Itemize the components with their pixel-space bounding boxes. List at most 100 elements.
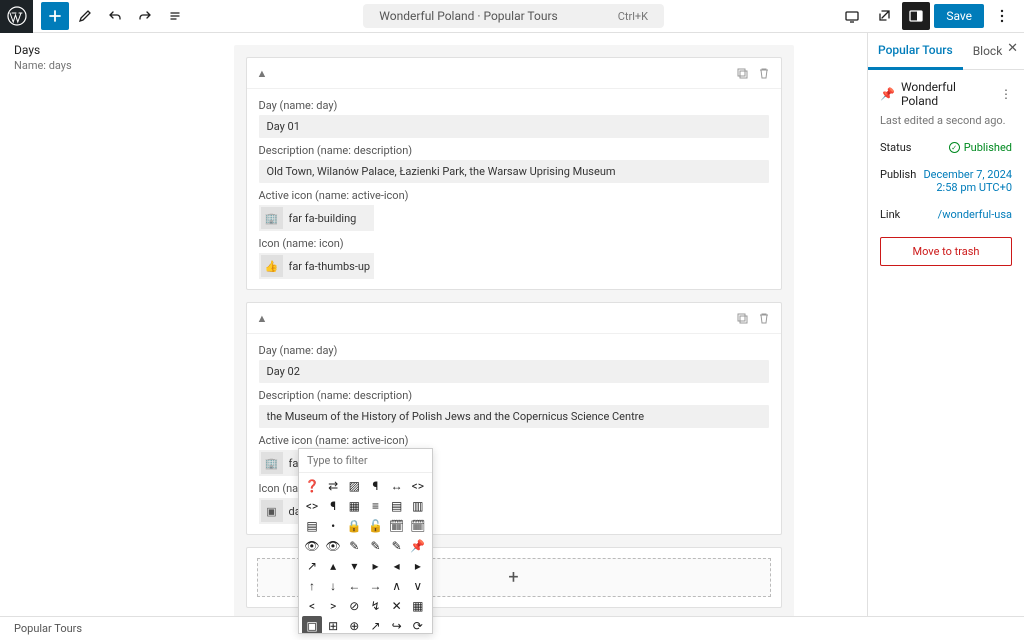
icon-option[interactable]: ▨: [344, 476, 364, 496]
icon-option[interactable]: ▣: [302, 616, 322, 633]
icon-option[interactable]: ▥: [408, 496, 428, 516]
undo-button[interactable]: [101, 2, 129, 30]
save-button[interactable]: Save: [934, 4, 984, 28]
field-label: Day (name: day): [259, 344, 769, 357]
icon-option[interactable]: ↗: [365, 616, 385, 633]
icon-option[interactable]: ▾: [344, 556, 364, 576]
collapse-toggle[interactable]: ▲: [257, 67, 268, 80]
view-button[interactable]: [838, 2, 866, 30]
icon-option[interactable]: ▤: [387, 496, 407, 516]
icon-option[interactable]: ⇄: [323, 476, 343, 496]
top-toolbar: Wonderful Poland · Popular Tours Ctrl+K …: [0, 0, 1024, 33]
icon-option[interactable]: ▸: [365, 556, 385, 576]
icon-option[interactable]: ↔: [387, 476, 407, 496]
block-inserter-button[interactable]: [41, 2, 69, 30]
field-label: Active icon (name: active-icon): [259, 434, 769, 447]
icon-option[interactable]: ⊕: [344, 616, 364, 633]
icon-filter-input[interactable]: [299, 449, 432, 473]
settings-sidebar: Popular Tours Block ✕ 📌 Wonderful Poland…: [867, 33, 1024, 616]
block-breadcrumb[interactable]: Popular Tours: [0, 616, 1024, 640]
icon-option[interactable]: ✎: [387, 536, 407, 556]
settings-sidebar-toggle[interactable]: [902, 2, 930, 30]
description-input[interactable]: [259, 405, 769, 428]
delete-icon[interactable]: [757, 311, 771, 325]
document-overview-button[interactable]: [161, 2, 189, 30]
field-label: Active icon (name: active-icon): [259, 189, 769, 202]
icon-option[interactable]: ↗: [302, 556, 322, 576]
publish-label: Publish: [880, 168, 916, 194]
icon-option[interactable]: ↪: [387, 616, 407, 633]
delete-icon[interactable]: [757, 66, 771, 80]
description-input[interactable]: [259, 160, 769, 183]
icon-option[interactable]: <>: [408, 476, 428, 496]
icon-option[interactable]: <>: [302, 496, 322, 516]
icon-option[interactable]: <: [302, 596, 322, 616]
icon-option[interactable]: ▦: [344, 496, 364, 516]
thumbs-up-icon: 👍: [261, 255, 283, 277]
command-shortcut: Ctrl+K: [618, 10, 648, 23]
icon-option[interactable]: →: [365, 576, 385, 596]
icon-option[interactable]: ←: [344, 576, 364, 596]
icon-option[interactable]: ∨: [408, 576, 428, 596]
day-input[interactable]: [259, 115, 769, 138]
external-preview-button[interactable]: [870, 2, 898, 30]
icon-option[interactable]: 🔒: [344, 516, 364, 536]
icon-option[interactable]: ⟳: [408, 616, 428, 633]
field-label: Icon (name: icon): [259, 237, 769, 250]
duplicate-icon[interactable]: [735, 311, 749, 325]
tab-block[interactable]: Block: [963, 34, 1013, 68]
check-circle-icon: ✓: [949, 142, 960, 153]
icon-option[interactable]: ✎: [365, 536, 385, 556]
document-title-bar[interactable]: Wonderful Poland · Popular Tours Ctrl+K: [363, 4, 664, 28]
icon-option[interactable]: ▤: [302, 516, 322, 536]
link-label: Link: [880, 208, 900, 221]
icon-option[interactable]: 🔓: [365, 516, 385, 536]
icon-option[interactable]: ✎: [344, 536, 364, 556]
field-label: Day (name: day): [259, 99, 769, 112]
icon-input[interactable]: 👍: [259, 253, 374, 279]
status-label: Status: [880, 141, 911, 154]
icon-option[interactable]: 🗓: [408, 516, 428, 536]
icon-option[interactable]: ⊘: [344, 596, 364, 616]
post-actions-menu[interactable]: ⋮: [1000, 87, 1012, 101]
icon-option[interactable]: ❓: [302, 476, 322, 496]
icon-option[interactable]: ¶: [365, 476, 385, 496]
wordpress-logo[interactable]: [0, 0, 33, 33]
edit-tool-button[interactable]: [71, 2, 99, 30]
editor-canvas[interactable]: ▲ Day (name: day) Description (name: des…: [160, 33, 867, 616]
options-menu-button[interactable]: [988, 2, 1016, 30]
status-value[interactable]: ✓ Published: [949, 141, 1012, 154]
day-input[interactable]: [259, 360, 769, 383]
collapse-toggle[interactable]: ▲: [257, 312, 268, 325]
icon-option[interactable]: ▸: [408, 556, 428, 576]
icon-picker-popover: ❓⇄▨¶↔<><>¶▦≡▤▥▤•🔒🔓🗓🗓👁👁✎✎✎📌↗▴▾▸◂▸↑↓←→∧∨<>…: [298, 448, 433, 634]
icon-option[interactable]: ≡: [365, 496, 385, 516]
icon-option[interactable]: •: [323, 516, 343, 536]
icon-option[interactable]: ▦: [408, 596, 428, 616]
icon-option[interactable]: ↓: [323, 576, 343, 596]
duplicate-icon[interactable]: [735, 66, 749, 80]
icon-option[interactable]: 👁: [323, 536, 343, 556]
icon-option[interactable]: ▴: [323, 556, 343, 576]
list-view-panel: Days Name: days: [0, 33, 160, 616]
last-edited-text: Last edited a second ago.: [880, 114, 1012, 127]
icon-option[interactable]: >: [323, 596, 343, 616]
redo-button[interactable]: [131, 2, 159, 30]
tab-post[interactable]: Popular Tours: [868, 33, 963, 70]
icon-option[interactable]: 🗓: [387, 516, 407, 536]
active-icon-input[interactable]: 🏢: [259, 205, 374, 231]
publish-date[interactable]: December 7, 2024 2:58 pm UTC+0: [923, 168, 1012, 194]
close-sidebar-icon[interactable]: ✕: [1007, 41, 1018, 56]
icon-option[interactable]: 📌: [408, 536, 428, 556]
move-to-trash-button[interactable]: Move to trash: [880, 237, 1012, 266]
icon-option[interactable]: ↯: [365, 596, 385, 616]
icon-option[interactable]: ⊞: [323, 616, 343, 633]
icon-option[interactable]: ↑: [302, 576, 322, 596]
icon-option[interactable]: ∧: [387, 576, 407, 596]
field-label: Description (name: description): [259, 389, 769, 402]
icon-option[interactable]: ¶: [323, 496, 343, 516]
icon-option[interactable]: ✕: [387, 596, 407, 616]
icon-option[interactable]: ◂: [387, 556, 407, 576]
icon-option[interactable]: 👁: [302, 536, 322, 556]
permalink[interactable]: /wonderful-usa: [938, 208, 1012, 221]
